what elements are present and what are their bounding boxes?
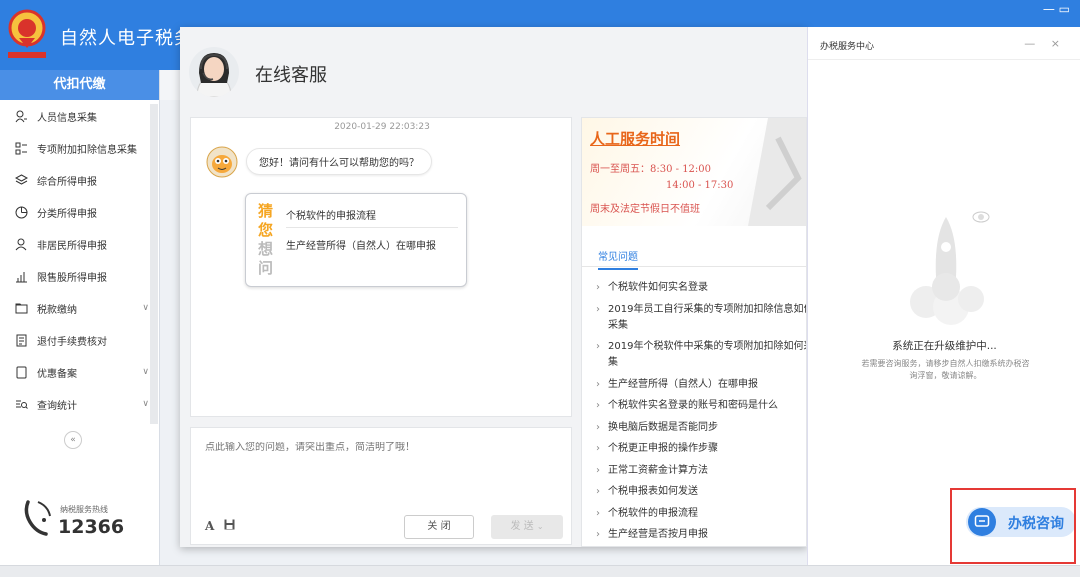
- sidebar-item-personnel[interactable]: 人员信息采集: [0, 100, 159, 132]
- chevron-down-icon: ∨: [142, 367, 149, 377]
- faq-link[interactable]: 个税软件如何实名登录: [596, 280, 806, 296]
- list-icon: [14, 141, 28, 155]
- sidebar-item-special-deduction[interactable]: 专项附加扣除信息采集: [0, 132, 159, 164]
- guess-questions-card: 猜 您 想 问 个税软件的申报流程 生产经营所得（自然人）在哪申报: [245, 193, 467, 287]
- collapse-sidebar-button[interactable]: «: [64, 431, 82, 449]
- status-bar: [0, 565, 1080, 577]
- faq-link[interactable]: 生产经营所得（自然人）在哪申报: [596, 377, 806, 393]
- send-button[interactable]: 发 送 ⌄: [491, 515, 563, 539]
- sidebar-item-label: 查询统计: [37, 400, 77, 412]
- guess-question-link[interactable]: 生产经营所得（自然人）在哪申报: [286, 237, 436, 252]
- faq-link[interactable]: 个税申报表如何发送: [596, 484, 806, 500]
- sidebar-item-label: 专项附加扣除信息采集: [37, 144, 137, 156]
- sidebar-item-label: 综合所得申报: [37, 176, 97, 188]
- sidebar-item-classified[interactable]: 分类所得申报: [0, 196, 159, 228]
- home-tab-background: [160, 70, 180, 100]
- service-hours-weekday: 周一至周五：8:30 - 12:00: [590, 164, 712, 175]
- chevron-down-icon: ∨: [142, 303, 149, 313]
- chat-title: 在线客服: [255, 65, 327, 86]
- sidebar-item-label: 税款缴纳: [37, 304, 77, 316]
- faq-list: 个税软件如何实名登录 2019年员工自行采集的专项附加扣除信息如何采集 2019…: [596, 280, 806, 546]
- faq-link[interactable]: 2019年个税软件中采集的专项附加扣除如何采集: [596, 339, 806, 371]
- panel-window-controls[interactable]: — ×: [1024, 37, 1066, 50]
- divider: [582, 266, 806, 267]
- file-icon: [14, 365, 28, 379]
- user-icon: [14, 237, 28, 251]
- panel-title: 办税服务中心: [820, 42, 875, 52]
- rocket-illustration: [896, 207, 1006, 327]
- chat-side-panel: 人工服务时间 周一至周五：8:30 - 12:00 14:00 - 17:30 …: [581, 117, 807, 547]
- sidebar-header: 代扣代缴: [0, 70, 159, 100]
- hotline-number: 12366: [58, 516, 125, 538]
- layers-icon: [14, 173, 28, 187]
- hotline-label: 纳税服务热线: [60, 505, 108, 514]
- faq-link[interactable]: 正常工资薪金计算方法: [596, 463, 806, 479]
- document-icon: [14, 333, 28, 347]
- font-icon[interactable]: A: [205, 519, 214, 533]
- service-hours-banner: 人工服务时间 周一至周五：8:30 - 12:00 14:00 - 17:30 …: [582, 118, 806, 226]
- chevron-down-icon: ⌄: [536, 522, 544, 531]
- sidebar-item-label: 限售股所得申报: [37, 272, 107, 284]
- query-icon: [14, 397, 28, 411]
- hotline: 纳税服务热线 12366: [22, 498, 124, 541]
- sidebar-item-label: 退付手续费核对: [37, 336, 107, 348]
- sidebar-nav: 人员信息采集 专项附加扣除信息采集 综合所得申报 分类所得申报 非居民所得申报 …: [0, 100, 159, 420]
- sidebar-item-comprehensive[interactable]: 综合所得申报: [0, 164, 159, 196]
- sidebar-item-refund-fee[interactable]: 退付手续费核对: [0, 324, 159, 356]
- faq-link[interactable]: 个税软件的申报流程: [596, 506, 806, 522]
- sidebar-item-label: 非居民所得申报: [37, 240, 107, 252]
- maintenance-status: 系统正在升级维护中...: [892, 340, 997, 352]
- chat-input[interactable]: [205, 442, 545, 453]
- chat-input-area: A 关 闭 发 送 ⌄: [190, 427, 572, 545]
- sidebar-item-label: 人员信息采集: [37, 112, 97, 124]
- tax-service-center-panel: 办税服务中心 — × 系统正在升级维护中... 若需要咨询服务，请移步自然人扣缴…: [807, 27, 1080, 565]
- save-icon[interactable]: [224, 519, 235, 533]
- clock-graphic: [748, 118, 806, 226]
- sidebar-item-restricted-shares[interactable]: 限售股所得申报: [0, 260, 159, 292]
- faq-link[interactable]: 换电脑后数据是否能同步: [596, 420, 806, 436]
- divider: [808, 59, 1080, 60]
- service-hours-title: 人工服务时间: [590, 130, 681, 148]
- bot-avatar: [206, 146, 238, 178]
- chat-header: 在线客服: [180, 27, 807, 112]
- service-hours-afternoon: 14:00 - 17:30: [666, 180, 734, 191]
- window-controls[interactable]: — ▭: [1043, 2, 1070, 16]
- message-timestamp: 2020-01-29 22:03:23: [334, 122, 430, 132]
- person-icon: [14, 109, 28, 123]
- bar-chart-icon: [14, 269, 28, 283]
- sidebar-scrollbar[interactable]: [150, 104, 158, 424]
- sidebar-item-label: 分类所得申报: [37, 208, 97, 220]
- sidebar: 代扣代缴 人员信息采集 专项附加扣除信息采集 综合所得申报 分类所得申报 非居民…: [0, 70, 160, 565]
- online-service-window: 在线客服 2020-01-29 22:03:23 您好！请问有什么可以帮助您的吗…: [180, 27, 807, 547]
- format-toolbar: A: [205, 519, 235, 533]
- folder-icon: [14, 301, 28, 315]
- service-hours-weekend: 周末及法定节假日不值班: [590, 204, 700, 215]
- faq-link[interactable]: 个税软件实名登录的账号和密码是什么: [596, 398, 806, 414]
- agent-avatar: [189, 47, 239, 97]
- guess-question-link[interactable]: 个税软件的申报流程: [286, 207, 376, 222]
- pie-icon: [14, 205, 28, 219]
- sidebar-item-tax-payment[interactable]: 税款缴纳 ∨: [0, 292, 159, 324]
- sidebar-item-preference-filing[interactable]: 优惠备案 ∨: [0, 356, 159, 388]
- guess-label: 猜 您 想 问: [258, 202, 274, 277]
- chevron-down-icon: ∨: [142, 399, 149, 409]
- tax-emblem-logo: [6, 8, 48, 60]
- maintenance-note: 若需要咨询服务，请移步自然人扣缴系统办税咨询浮窗，敬请谅解。: [861, 359, 1030, 380]
- faq-link[interactable]: 生产经营是否按月申报: [596, 527, 806, 543]
- phone-icon: [24, 500, 51, 536]
- faq-link[interactable]: 个税更正申报的操作步骤: [596, 441, 806, 457]
- close-button[interactable]: 关 闭: [404, 515, 474, 539]
- greeting-bubble: 您好！请问有什么可以帮助您的吗？: [246, 148, 432, 175]
- faq-link[interactable]: 2019年员工自行采集的专项附加扣除信息如何采集: [596, 302, 806, 334]
- sidebar-item-label: 优惠备案: [37, 368, 77, 380]
- sidebar-item-nonresident[interactable]: 非居民所得申报: [0, 228, 159, 260]
- sidebar-item-query-stats[interactable]: 查询统计 ∨: [0, 388, 159, 420]
- chat-message-area: 2020-01-29 22:03:23 您好！请问有什么可以帮助您的吗？ 猜 您…: [190, 117, 572, 417]
- divider: [286, 227, 458, 228]
- highlight-annotation: [950, 488, 1076, 564]
